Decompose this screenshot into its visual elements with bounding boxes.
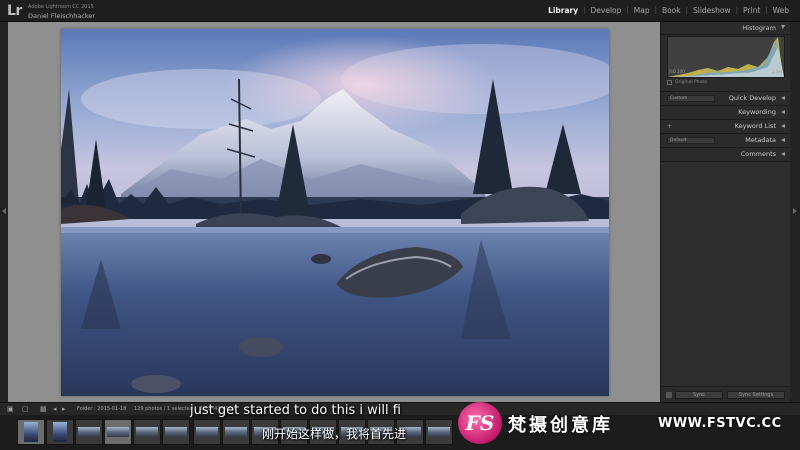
module-picker: Library | Develop | Map | Book | Slidesh… [543,6,794,15]
module-develop[interactable]: Develop [586,6,627,15]
expand-arrow-icon [781,152,785,156]
filmstrip-thumbnail[interactable] [104,419,132,445]
lightroom-logo: Lr [7,3,22,19]
grid-icon[interactable]: ▦ [40,405,47,413]
expand-arrow-icon [781,110,785,114]
second-window-icon[interactable]: ▢ [22,405,29,413]
forward-arrow-icon[interactable]: ▸ [62,405,66,413]
watermark-url: WWW.FSTVC.CC [658,416,782,431]
module-print[interactable]: Print [738,6,765,15]
expand-arrow-icon [781,138,785,142]
expand-arrow-icon [781,96,785,100]
collapse-arrow-icon [781,25,785,29]
iso-value: ISO 100 [669,69,685,74]
exif-info: ISO 100 15 mm f / 11 1 Sec [669,69,783,74]
checkbox-icon [667,80,672,85]
folder-label: Folder : 2015-01-18 [77,406,127,412]
app-version: Adobe Lightroom CC 2015 [28,4,94,10]
histogram-title: Histogram [742,24,776,32]
grid-view-icon[interactable]: ▣ [7,405,14,413]
saved-preset-select[interactable]: Custom [667,95,715,102]
filmstrip-thumbnail[interactable] [75,419,103,445]
filmstrip-thumbnail[interactable] [162,419,190,445]
subtitle-chinese: 刚开始这样做，我将首先进 [262,427,407,441]
photo-count: 129 photos / 1 selected [133,406,193,412]
back-arrow-icon[interactable]: ◂ [53,405,57,413]
original-photo-toggle[interactable]: Original Photo [667,80,707,85]
keyword-list-title: Keyword List [734,122,776,130]
module-map[interactable]: Map [629,6,655,15]
expand-left-icon [2,208,6,214]
expand-arrow-icon [781,124,785,128]
main-photo[interactable] [61,29,609,396]
add-keyword-icon[interactable]: + [667,123,672,130]
watermark-logo-text: FS [465,411,495,435]
module-web[interactable]: Web [768,6,794,15]
left-panel-toggle[interactable] [0,22,8,402]
quick-develop-header[interactable]: Custom Quick Develop [661,92,790,106]
metadata-title: Metadata [745,136,776,144]
collapse-right-icon [793,208,797,214]
user-name: Daniel Fleischhacker [28,12,96,20]
filmstrip-thumbnail[interactable] [17,419,45,445]
metadata-header[interactable]: Default Metadata [661,134,790,148]
module-slideshow[interactable]: Slideshow [688,6,736,15]
filmstrip-thumbnail[interactable] [193,419,221,445]
lake-landscape-image [61,29,609,396]
keywording-header[interactable]: Keywording [661,106,790,120]
original-photo-label: Original Photo [675,80,707,85]
module-book[interactable]: Book [657,6,686,15]
watermark: FS 梵摄创意库 WWW.FSTVC.CC [456,398,800,450]
identity-plate: Adobe Lightroom CC 2015 Daniel Fleischha… [28,3,95,20]
right-panel-toggle[interactable] [790,22,800,402]
top-bar: Lr Adobe Lightroom CC 2015 Daniel Fleisc… [0,0,800,22]
histogram-panel: Histogram ISO 100 15 mm f / 11 1 Sec Ori… [661,22,790,92]
comments-header[interactable]: Comments [661,148,790,162]
filmstrip-thumbnail[interactable] [46,419,74,445]
right-panel: Histogram ISO 100 15 mm f / 11 1 Sec Ori… [660,22,791,402]
aperture-value: f / 11 [740,69,752,74]
watermark-logo: FS [458,402,502,444]
metadata-preset-select[interactable]: Default [667,137,715,144]
module-library[interactable]: Library [543,6,583,15]
filmstrip-thumbnail[interactable] [222,419,250,445]
keyword-list-header[interactable]: + Keyword List [661,120,790,134]
shutter-value: 1 Sec [771,69,783,74]
comments-title: Comments [740,150,776,158]
filmstrip-thumbnail[interactable] [133,419,161,445]
histogram-header[interactable]: Histogram [661,22,790,35]
filmstrip-thumbnail[interactable] [425,419,453,445]
focal-length-value: 15 mm [705,69,720,74]
keywording-title: Keywording [738,108,776,116]
subtitle-english: just get started to do this i will fi [190,403,401,418]
loupe-view [8,22,660,402]
watermark-title: 梵摄创意库 [508,415,613,436]
quick-develop-title: Quick Develop [728,94,776,102]
